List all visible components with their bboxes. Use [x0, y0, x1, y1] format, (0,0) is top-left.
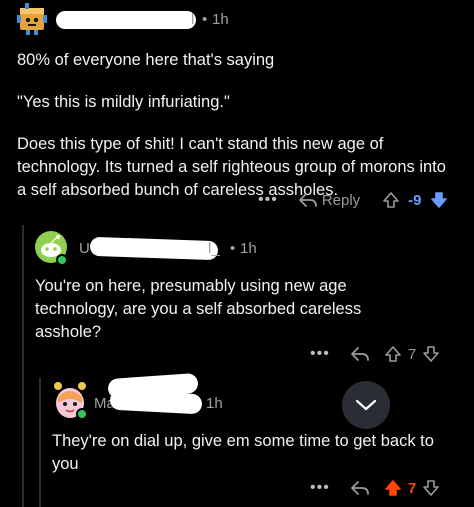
chevron-down-icon: [355, 399, 377, 411]
character-avatar-icon: [54, 382, 88, 420]
downvote-button[interactable]: [422, 345, 440, 363]
reply-arrow-icon: [350, 481, 369, 495]
downvote-button[interactable]: [430, 191, 448, 209]
redacted-username: [109, 389, 203, 415]
more-options-button[interactable]: •••: [310, 479, 330, 497]
avatar[interactable]: [17, 3, 47, 35]
downvote-icon: [423, 480, 439, 496]
snoo-avatar-icon: [35, 231, 68, 266]
downvote-icon: [430, 192, 447, 208]
redacted-username: [56, 11, 196, 29]
comment-paragraph: 80% of everyone here that's saying: [17, 51, 275, 69]
username-fragment: l: [191, 11, 195, 28]
thread-line[interactable]: [39, 378, 41, 507]
more-options-button[interactable]: •••: [258, 191, 278, 209]
reply-button[interactable]: [350, 480, 370, 496]
more-options-button[interactable]: •••: [310, 345, 330, 363]
reply-arrow-icon: [350, 347, 369, 361]
avatar-box-character-icon: [17, 3, 47, 35]
comment-body: You're on here, presumably using new age…: [35, 277, 362, 341]
upvote-button[interactable]: [384, 345, 402, 363]
upvote-button[interactable]: [384, 479, 402, 497]
reply-label: Reply: [321, 191, 361, 209]
comment-actions: ••• Reply -9: [258, 189, 448, 211]
comment-time: 1h: [240, 240, 257, 257]
upvote-button[interactable]: [382, 191, 400, 209]
reply-button[interactable]: [350, 346, 370, 362]
downvote-button[interactable]: [422, 479, 440, 497]
redacted-username: [89, 236, 219, 261]
username-fragment: l_: [208, 240, 220, 257]
username-fragment: U: [79, 240, 90, 257]
downvote-icon: [423, 346, 439, 362]
meta-separator: •: [230, 240, 236, 257]
meta-separator: •: [202, 11, 208, 28]
upvote-icon: [383, 192, 399, 208]
vote-score: -9: [408, 191, 422, 209]
comment-time: 1h: [212, 11, 229, 28]
comment-body: 80% of everyone here that's saying "Yes …: [17, 49, 457, 202]
upvote-icon: [385, 346, 401, 362]
thread-line[interactable]: [22, 225, 24, 507]
collapse-thread-button[interactable]: [342, 381, 390, 429]
comment-body: They're on dial up, give em some time to…: [52, 432, 434, 473]
comment-time: 1h: [206, 395, 223, 412]
comment-paragraph: "Yes this is mildly infuriating.": [17, 93, 230, 111]
reply-button[interactable]: Reply: [298, 192, 360, 209]
avatar[interactable]: [52, 381, 88, 421]
vote-score: 7: [407, 345, 417, 363]
comment-actions: ••• 7: [310, 343, 440, 365]
comment-actions: ••• 7: [310, 477, 440, 499]
avatar[interactable]: [34, 230, 68, 266]
reply-arrow-icon: [298, 193, 317, 207]
upvote-icon: [385, 480, 401, 496]
vote-score: 7: [407, 479, 417, 497]
